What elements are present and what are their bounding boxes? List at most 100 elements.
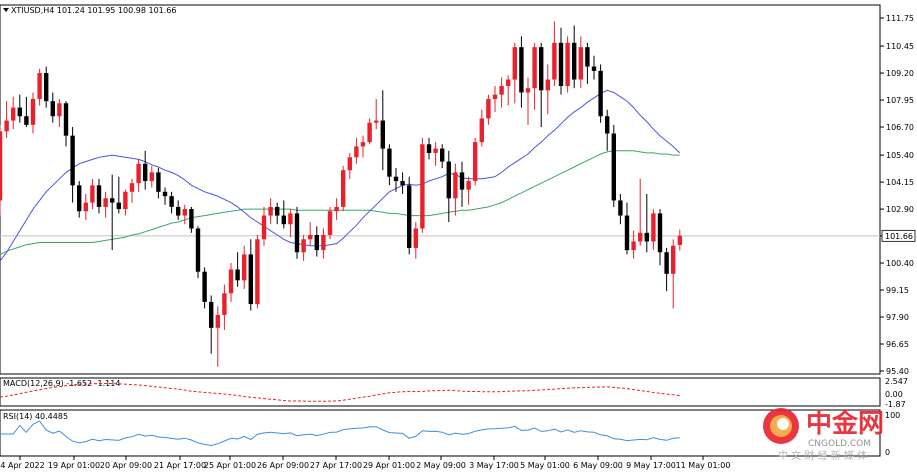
candle-body xyxy=(248,254,253,305)
candle-body xyxy=(149,172,154,182)
candle-body xyxy=(156,172,161,192)
candle-body xyxy=(281,215,286,225)
candle-body xyxy=(222,293,227,315)
candle-body xyxy=(638,232,643,242)
candle xyxy=(407,176,412,255)
watermark-brand: 中金网 xyxy=(806,408,884,439)
candle xyxy=(598,64,603,123)
candle-body xyxy=(136,163,141,184)
candle-body xyxy=(103,198,108,207)
price-tick-label: 97.90 xyxy=(886,313,909,322)
watermark-tagline: 中 文 财 经 新 媒 体 xyxy=(778,449,867,462)
candle-body xyxy=(624,215,630,251)
candle xyxy=(420,137,425,233)
time-tick-label: 21 Apr 17:00 xyxy=(154,461,206,470)
candle-body xyxy=(90,185,95,203)
candle-body xyxy=(268,206,273,216)
candle-body xyxy=(552,42,557,80)
candle-body xyxy=(671,245,676,274)
candle-body xyxy=(57,103,62,117)
candle-body xyxy=(294,213,300,253)
symbol-header: XTIUSD,H4 101.24 101.95 100.98 101.66 xyxy=(11,6,176,15)
candle-body xyxy=(110,198,115,203)
candle-body xyxy=(96,185,102,207)
time-tick-label: 6 May 09:00 xyxy=(573,461,623,470)
candle-body xyxy=(143,163,148,182)
candle-body xyxy=(11,107,16,121)
price-tick-label: 102.90 xyxy=(886,205,914,214)
candle-body xyxy=(393,176,399,182)
candle-body xyxy=(512,47,517,80)
candle-body xyxy=(539,47,544,91)
candle-body xyxy=(420,144,425,229)
candle xyxy=(195,226,201,279)
candle-body xyxy=(288,213,293,225)
time-tick-label: 11 May 01:00 xyxy=(676,461,731,470)
candle xyxy=(294,206,300,259)
candle-body xyxy=(664,252,669,274)
candle-body xyxy=(426,144,432,153)
candle-body xyxy=(301,239,306,253)
candle-body xyxy=(387,148,392,177)
chart-shift-icon[interactable]: ▾ xyxy=(873,0,879,3)
candle-body xyxy=(37,73,42,99)
candle-body xyxy=(492,94,498,99)
candle-body xyxy=(314,234,319,251)
candle-body xyxy=(380,120,385,149)
candle-body xyxy=(591,66,597,71)
rsi-tick-top: 100 xyxy=(885,411,900,420)
time-tick-label: 19 Apr 01:00 xyxy=(48,461,100,470)
candle-body xyxy=(644,232,649,242)
candle-body xyxy=(341,170,346,207)
macd-tick-top: 2.547 xyxy=(885,377,908,386)
time-tick-label: 20 Apr 09:00 xyxy=(100,461,152,470)
price-tick-label: 105.40 xyxy=(886,151,914,160)
candle-body xyxy=(631,241,636,251)
price-axis: 111.75 110.45 109.20 107.95 106.70 105.40 104.… xyxy=(880,14,914,376)
macd-tick-bottom: -1.87 xyxy=(885,400,906,409)
time-axis: 14 Apr 2022 19 Apr 01:00 20 Apr 09:00 21 Ap… xyxy=(0,456,730,470)
candle-body xyxy=(215,314,220,328)
candle-body xyxy=(585,47,590,67)
candle-body xyxy=(4,120,9,132)
candle-body xyxy=(255,239,260,305)
price-tick-label: 99.15 xyxy=(886,286,909,295)
time-tick-label: 27 Apr 17:00 xyxy=(310,461,362,470)
macd-panel-frame xyxy=(0,377,881,407)
candle xyxy=(255,234,260,309)
price-tick-label: 100.40 xyxy=(886,259,914,268)
candle-body xyxy=(123,191,128,210)
cngold-watermark: 中金网 CNGOLD.COM 中 文 财 经 新 媒 体 xyxy=(763,408,884,462)
candle-body xyxy=(611,133,616,201)
candle-body xyxy=(242,254,247,281)
candle-body xyxy=(499,86,504,95)
candle-body xyxy=(347,157,352,171)
candle-body xyxy=(162,191,168,197)
candle-body xyxy=(677,235,682,245)
candle xyxy=(341,165,346,212)
rsi-label: RSI(14) 40.4485 xyxy=(3,412,68,421)
candle-body xyxy=(479,118,484,143)
candle-body xyxy=(321,234,326,251)
price-tick-label: 111.75 xyxy=(886,14,914,23)
candle-body xyxy=(486,98,491,119)
candle-body xyxy=(360,142,366,147)
candle-body xyxy=(24,116,29,125)
candle-body xyxy=(407,185,412,248)
candle-body xyxy=(50,101,55,117)
candle-body xyxy=(44,73,49,102)
candle-body xyxy=(532,47,537,89)
candle-body xyxy=(70,135,75,186)
candle-body xyxy=(275,206,280,216)
candle-body xyxy=(657,213,663,253)
candle-body xyxy=(261,215,267,240)
candle-body xyxy=(565,42,570,87)
candle-body xyxy=(433,148,438,153)
price-chart[interactable]: XTIUSD,H4 101.24 101.95 100.98 101.66 ▾ … xyxy=(0,0,917,474)
time-tick-label: 26 Apr 09:00 xyxy=(257,461,309,470)
candle-body xyxy=(0,131,3,201)
candle-body xyxy=(545,79,550,91)
candle xyxy=(473,137,478,186)
candle-body xyxy=(651,213,656,242)
candle-body xyxy=(169,196,174,207)
